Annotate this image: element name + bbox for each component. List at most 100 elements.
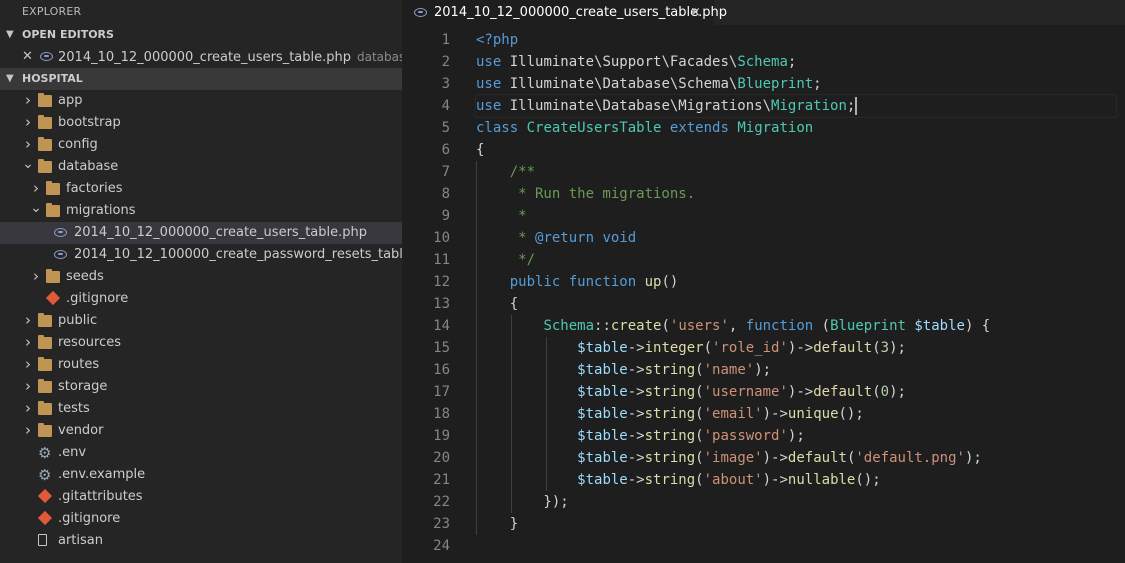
code-area[interactable]: <?php use Illuminate\Support\Facades\Sche… bbox=[475, 29, 1117, 557]
project-header[interactable]: ▼ HOSPITAL bbox=[0, 68, 402, 90]
tree-item-env-example[interactable]: ⚙ .env.example bbox=[0, 464, 402, 486]
code-line[interactable]: * bbox=[476, 205, 1116, 227]
tree-item-resources[interactable]: › resources bbox=[0, 332, 402, 354]
indent-guide bbox=[476, 183, 477, 205]
tree-item-database[interactable]: ⌄ database bbox=[0, 156, 402, 178]
tree-item-bootstrap[interactable]: › bootstrap bbox=[0, 112, 402, 134]
code-token: ( bbox=[813, 318, 831, 334]
code-token: { bbox=[476, 296, 519, 312]
tree-item-2014-10-12-000000-create-users-table-php[interactable]: 2014_10_12_000000_create_users_table.php bbox=[0, 222, 402, 244]
gear-icon: ⚙ bbox=[38, 466, 52, 484]
code-token: default bbox=[813, 340, 873, 356]
code-token: use bbox=[476, 54, 502, 70]
code-line[interactable]: $table->string('about')->nullable(); bbox=[476, 469, 1116, 491]
tree-item-config[interactable]: › config bbox=[0, 134, 402, 156]
code-line[interactable]: { bbox=[476, 293, 1116, 315]
code-token: string bbox=[644, 450, 696, 466]
chevron-down-icon[interactable]: ⌄ bbox=[30, 200, 42, 216]
code-line[interactable]: $table->string('image')->default('defaul… bbox=[476, 447, 1116, 469]
code-token: function bbox=[745, 318, 814, 334]
chevron-right-icon[interactable]: › bbox=[22, 354, 34, 375]
code-token: 'default.png' bbox=[855, 450, 965, 466]
code-line[interactable]: * @return void bbox=[476, 227, 1116, 249]
code-line[interactable]: $table->string('email')->unique(); bbox=[476, 403, 1116, 425]
tree-item-label: resources bbox=[58, 335, 122, 350]
folder-icon bbox=[38, 357, 52, 371]
code-line[interactable]: public function up() bbox=[476, 271, 1116, 293]
chevron-right-icon[interactable]: › bbox=[30, 266, 42, 287]
tree-item-migrations[interactable]: ⌄ migrations bbox=[0, 200, 402, 222]
code-line[interactable]: use Illuminate\Database\Migrations\Migra… bbox=[475, 94, 1117, 118]
code-line[interactable]: class CreateUsersTable extends Migration bbox=[476, 117, 1116, 139]
indent-guide bbox=[546, 337, 547, 359]
chevron-down-icon[interactable]: ⌄ bbox=[22, 156, 34, 172]
tree-item-public[interactable]: › public bbox=[0, 310, 402, 332]
chevron-right-icon[interactable]: › bbox=[22, 420, 34, 441]
code-line[interactable]: /** bbox=[476, 161, 1116, 183]
code-line[interactable]: $table->string('username')->default(0); bbox=[476, 381, 1116, 403]
tree-item-label: database bbox=[58, 159, 119, 174]
indent-guide bbox=[546, 447, 547, 469]
code-line[interactable]: use Illuminate\Support\Facades\Schema; bbox=[476, 51, 1116, 73]
line-number: 8 bbox=[441, 186, 450, 202]
tree-item-routes[interactable]: › routes bbox=[0, 354, 402, 376]
tree-item-app[interactable]: › app bbox=[0, 90, 402, 112]
tree-item-storage[interactable]: › storage bbox=[0, 376, 402, 398]
tree-item-gitattributes[interactable]: .gitattributes bbox=[0, 486, 402, 508]
code-token: :: bbox=[594, 318, 611, 334]
chevron-right-icon[interactable]: › bbox=[22, 310, 34, 331]
code-line[interactable]: $table->string('password'); bbox=[476, 425, 1116, 447]
chevron-right-icon[interactable]: › bbox=[22, 332, 34, 353]
php-file-icon bbox=[40, 52, 53, 61]
code-line[interactable]: } bbox=[476, 513, 1116, 535]
code-line[interactable]: { bbox=[476, 139, 1116, 161]
code-token: use bbox=[476, 98, 502, 114]
tab-close-button[interactable]: × bbox=[690, 0, 701, 25]
chevron-right-icon[interactable]: › bbox=[22, 112, 34, 133]
code-token: 'role_id' bbox=[712, 340, 788, 356]
line-number: 5 bbox=[441, 120, 450, 136]
code-line[interactable]: * Run the migrations. bbox=[476, 183, 1116, 205]
code-token: Migration bbox=[737, 120, 814, 136]
open-editor-item[interactable]: ✕ 2014_10_12_000000_create_users_table.p… bbox=[0, 46, 402, 68]
code-line[interactable]: }); bbox=[476, 491, 1116, 513]
close-icon[interactable]: ✕ bbox=[22, 46, 33, 68]
line-number: 14 bbox=[433, 318, 450, 334]
indent-guide bbox=[546, 403, 547, 425]
chevron-right-icon[interactable]: › bbox=[22, 376, 34, 397]
code-line[interactable]: Schema::create('users', function (Bluepr… bbox=[476, 315, 1116, 337]
tree-item-gitignore[interactable]: .gitignore bbox=[0, 288, 402, 310]
code-line[interactable]: $table->integer('role_id')->default(3); bbox=[476, 337, 1116, 359]
tree-item-label: 2014_10_12_100000_create_password_resets… bbox=[74, 247, 402, 262]
code-line[interactable]: $table->string('name'); bbox=[476, 359, 1116, 381]
code-line[interactable]: <?php bbox=[476, 29, 1116, 51]
chevron-right-icon[interactable]: › bbox=[22, 398, 34, 419]
chevron-down-icon: ▼ bbox=[6, 73, 14, 84]
tree-item-tests[interactable]: › tests bbox=[0, 398, 402, 420]
open-editors-header[interactable]: ▼ OPEN EDITORS bbox=[0, 24, 402, 46]
tree-item-2014-10-12-100000-create-password-resets-table-php[interactable]: 2014_10_12_100000_create_password_resets… bbox=[0, 244, 402, 266]
code-line[interactable]: */ bbox=[476, 249, 1116, 271]
explorer-sidebar: EXPLORER ▼ OPEN EDITORS ✕ 2014_10_12_000… bbox=[0, 0, 402, 563]
tree-item-factories[interactable]: › factories bbox=[0, 178, 402, 200]
folder-icon bbox=[38, 159, 52, 173]
chevron-right-icon[interactable]: › bbox=[30, 178, 42, 199]
chevron-right-icon[interactable]: › bbox=[22, 134, 34, 155]
tree-item-gitignore[interactable]: .gitignore bbox=[0, 508, 402, 530]
code-line[interactable]: use Illuminate\Database\Schema\Blueprint… bbox=[476, 73, 1116, 95]
tree-item-seeds[interactable]: › seeds bbox=[0, 266, 402, 288]
code-token: (); bbox=[838, 406, 864, 422]
tree-item-env[interactable]: ⚙ .env bbox=[0, 442, 402, 464]
chevron-right-icon[interactable]: › bbox=[22, 90, 34, 111]
tree-item-artisan[interactable]: artisan bbox=[0, 530, 402, 552]
code-token: -> bbox=[627, 472, 645, 488]
code-token: -> bbox=[627, 406, 645, 422]
code-editor[interactable]: 1 2 3 4 5 6 7 8 9 10 11 12 13 14 15 16 17 18 19 20 21 22 23 24 … bbox=[402, 25, 1125, 563]
code-token: )-> bbox=[762, 450, 788, 466]
tab-create-users-table[interactable]: 2014_10_12_000000_create_users_table.php… bbox=[402, 0, 727, 25]
tree-item-vendor[interactable]: › vendor bbox=[0, 420, 402, 442]
tree-item-label: .gitignore bbox=[66, 291, 129, 306]
code-line[interactable] bbox=[476, 535, 1116, 557]
